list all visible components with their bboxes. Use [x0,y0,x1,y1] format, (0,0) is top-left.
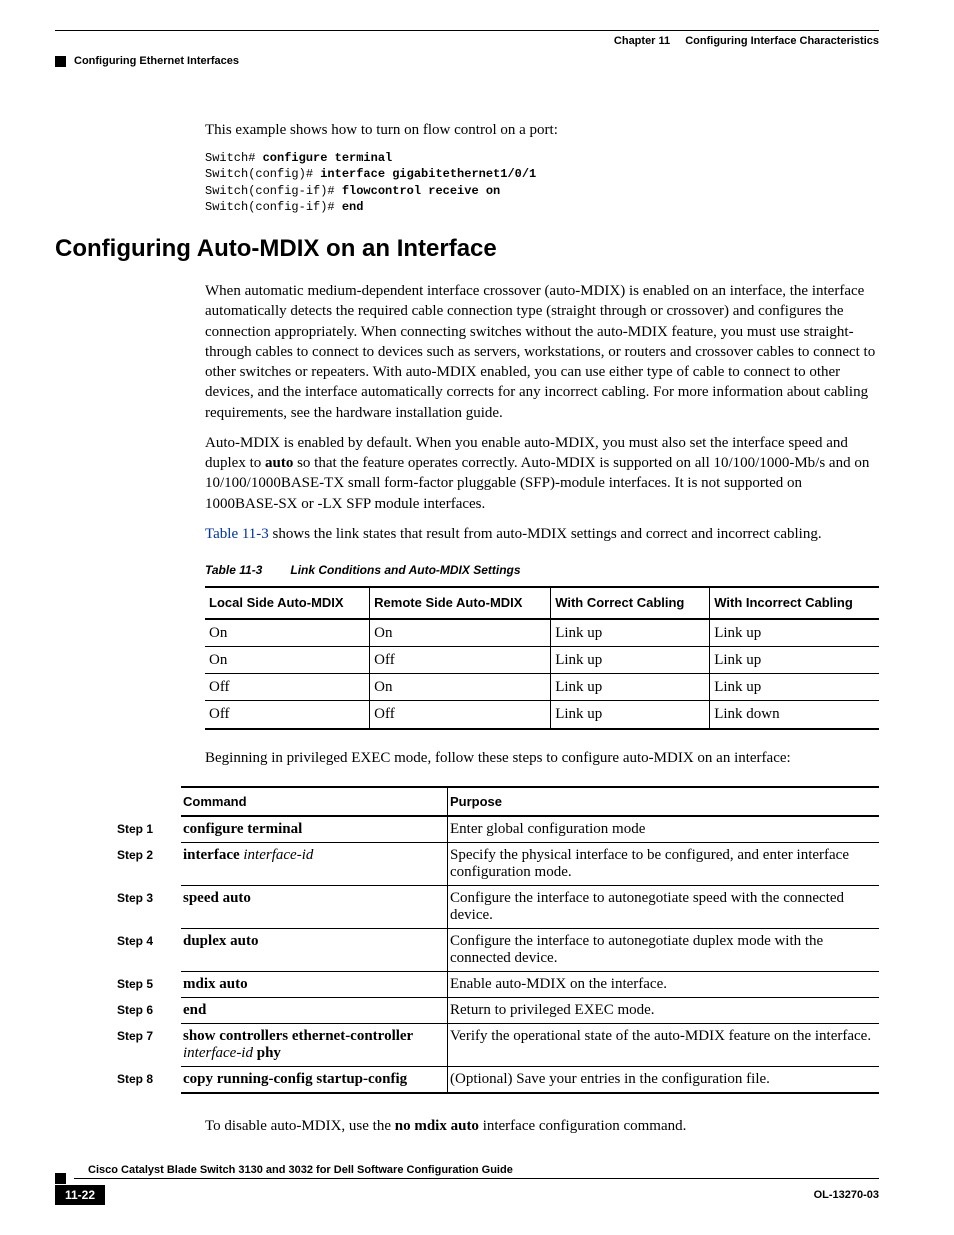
body-para-3: Table 11-3 shows the link states that re… [205,524,879,544]
body-para-1: When automatic medium-dependent interfac… [205,281,879,423]
table-row: On On Link up Link up [205,619,879,647]
table-row: Step 1 configure terminal Enter global c… [115,816,879,843]
footer-square-icon [55,1173,66,1184]
table-header: Remote Side Auto-MDIX [370,587,551,619]
table-row: Step 4 duplex auto Configure the interfa… [115,928,879,971]
intro-para: This example shows how to turn on flow c… [205,120,879,140]
chapter-number: Chapter 11 [614,35,670,47]
footer-doc-title: Cisco Catalyst Blade Switch 3130 and 303… [74,1164,879,1179]
body-para-5: To disable auto-MDIX, use the no mdix au… [205,1116,879,1136]
table-row: Step 5 mdix auto Enable auto-MDIX on the… [115,971,879,997]
table-row: Off Off Link up Link down [205,701,879,729]
table-row: Step 2 interface interface-id Specify th… [115,842,879,885]
table-row: Step 6 end Return to privileged EXEC mod… [115,997,879,1023]
table-link[interactable]: Table 11-3 [205,526,269,542]
table-row: Step 7 show controllers ethernet-control… [115,1023,879,1066]
code-block: Switch# configure terminal Switch(config… [205,150,879,215]
table-header: With Incorrect Cabling [710,587,879,619]
body-para-4: Beginning in privileged EXEC mode, follo… [205,748,879,768]
table-row: Step 8 copy running-config startup-confi… [115,1066,879,1093]
table-row: Step 3 speed auto Configure the interfac… [115,885,879,928]
table-header: Purpose [448,787,880,816]
header-square-icon [55,56,66,67]
table-caption: Table 11-3Link Conditions and Auto-MDIX … [205,562,879,578]
chapter-title: Configuring Interface Characteristics [685,35,879,47]
steps-table: Command Purpose Step 1 configure termina… [115,786,879,1094]
header-right: Chapter 11 Configuring Interface Charact… [614,35,879,47]
section-heading: Configuring Auto-MDIX on an Interface [55,235,879,263]
table-row: On Off Link up Link up [205,646,879,673]
table-header: With Correct Cabling [551,587,710,619]
table-row: Off On Link up Link up [205,674,879,701]
section-breadcrumb: Configuring Ethernet Interfaces [74,55,239,67]
table-header: Command [181,787,448,816]
body-para-2: Auto-MDIX is enabled by default. When yo… [205,433,879,514]
table-header: Local Side Auto-MDIX [205,587,370,619]
doc-id: OL-13270-03 [814,1189,879,1201]
page-number: 11-22 [55,1185,105,1205]
link-conditions-table: Local Side Auto-MDIX Remote Side Auto-MD… [205,586,879,730]
